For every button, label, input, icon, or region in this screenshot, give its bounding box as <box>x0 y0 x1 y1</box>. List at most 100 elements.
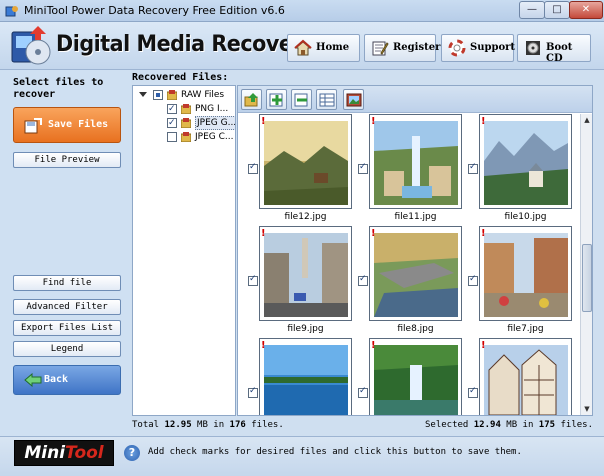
file-preview-button[interactable]: File Preview <box>13 152 121 168</box>
total-files-status: Total 12.95 MB in 176 files. <box>132 420 284 430</box>
warning-icon: ! <box>261 340 266 351</box>
header-banner: Digital Media Recovery Home Register Sup… <box>0 22 604 70</box>
warning-icon: ! <box>371 340 376 351</box>
lifebuoy-icon <box>448 39 466 57</box>
minimize-button[interactable]: — <box>519 1 545 19</box>
tree-item-jpeg-graphics[interactable]: JPEG G... <box>151 116 235 130</box>
total-mid: MB in <box>197 420 225 430</box>
minitool-logo: MiniTool <box>14 440 114 466</box>
boot-cd-label: Boot CD <box>546 42 573 64</box>
logo-mini: Mini <box>24 443 66 463</box>
close-button[interactable]: ✕ <box>569 1 603 19</box>
uncheck-all-button[interactable] <box>291 89 312 110</box>
file-checkbox[interactable] <box>248 386 258 398</box>
tree-item-png[interactable]: PNG I... <box>151 102 235 116</box>
city-street-thumbnail-image <box>264 233 348 317</box>
timber-houses-thumbnail-image <box>484 345 568 415</box>
waterfall-thumbnail-image <box>374 345 458 415</box>
file-checkbox[interactable] <box>248 274 258 286</box>
thumbnail <box>259 338 352 415</box>
file-tile[interactable]: ! <box>462 338 572 415</box>
file-name: file11.jpg <box>394 212 437 222</box>
legend-button[interactable]: Legend <box>13 341 121 357</box>
logo-tool: Tool <box>65 443 104 463</box>
back-button[interactable]: Back <box>13 365 121 395</box>
file-checkbox[interactable] <box>468 162 478 174</box>
title-bar: MiniTool Power Data Recovery Free Editio… <box>0 0 604 22</box>
tree-checkbox[interactable] <box>167 116 177 130</box>
maximize-button[interactable]: □ <box>544 1 570 19</box>
home-button[interactable]: Home <box>287 34 360 62</box>
tree-item-jpeg-camera[interactable]: JPEG C... <box>151 130 235 144</box>
file-checkbox[interactable] <box>468 274 478 286</box>
file-tile[interactable]: ! <box>242 338 352 415</box>
image-preview-icon <box>346 93 362 107</box>
selected-suffix: files. <box>560 420 593 430</box>
tree-item-raw-files[interactable]: RAW Files <box>139 88 235 102</box>
scroll-up-arrow-icon[interactable]: ▲ <box>581 114 592 126</box>
support-button[interactable]: Support <box>441 34 515 62</box>
file-tile[interactable]: ! file7.jpg <box>462 226 572 336</box>
warning-icon: ! <box>261 228 266 239</box>
tree-item-label: JPEG C... <box>195 132 234 142</box>
scroll-thumb[interactable] <box>582 244 592 312</box>
file-tile[interactable]: ! file12.jpg <box>242 114 352 224</box>
tree-checkbox[interactable] <box>153 90 163 100</box>
selected-prefix: Selected <box>424 420 469 430</box>
tree-checkbox[interactable] <box>167 132 177 142</box>
mountain-castle-thumbnail-image <box>484 121 568 205</box>
register-button[interactable]: Register <box>364 34 440 62</box>
total-prefix: Total <box>132 420 160 430</box>
file-name: file12.jpg <box>284 212 327 222</box>
selected-count: 175 <box>538 420 556 430</box>
left-panel: Select files to recover Save Files File … <box>0 70 131 436</box>
thumbnail-grid: ! file12.jpg ! file11.jpg <box>238 114 580 415</box>
advanced-filter-button[interactable]: Advanced Filter <box>13 299 121 315</box>
file-checkbox[interactable] <box>248 162 258 174</box>
thumbnail <box>259 226 352 321</box>
boot-cd-button[interactable]: Boot CD <box>517 34 591 64</box>
up-folder-button[interactable] <box>241 89 262 110</box>
register-label: Register <box>393 42 441 53</box>
scroll-down-arrow-icon[interactable]: ▼ <box>581 403 592 415</box>
vertical-scrollbar[interactable]: ▲ ▼ <box>580 114 592 415</box>
check-all-button[interactable] <box>266 89 287 110</box>
lake-thumbnail-image <box>264 345 348 415</box>
landscape-thumbnail-image <box>264 121 348 205</box>
thumbnail <box>369 338 462 415</box>
thumbnail <box>479 338 572 415</box>
file-tile[interactable]: ! file11.jpg <box>352 114 462 224</box>
file-tile[interactable]: ! file10.jpg <box>462 114 572 224</box>
save-icon <box>24 118 42 134</box>
view-mode-button[interactable] <box>316 89 337 110</box>
house-icon <box>294 39 312 56</box>
help-icon[interactable]: ? <box>124 445 140 461</box>
back-label: Back <box>44 374 69 385</box>
file-checkbox[interactable] <box>468 386 478 398</box>
uncheck-all-icon <box>294 93 308 107</box>
file-tile[interactable]: ! file9.jpg <box>242 226 352 336</box>
file-gallery: ! file12.jpg ! file11.jpg <box>237 85 593 416</box>
warning-icon: ! <box>371 116 376 127</box>
thumbnail <box>479 226 572 321</box>
total-size: 12.95 <box>164 420 192 430</box>
find-file-button[interactable]: Find file <box>13 275 121 291</box>
preview-button[interactable] <box>343 89 364 110</box>
file-checkbox[interactable] <box>358 162 368 174</box>
save-files-button[interactable]: Save Files <box>13 107 121 143</box>
tree-checkbox[interactable] <box>167 102 177 116</box>
warning-icon: ! <box>261 116 266 127</box>
warning-icon: ! <box>371 228 376 239</box>
file-checkbox[interactable] <box>358 386 368 398</box>
warning-icon: ! <box>481 340 486 351</box>
selected-files-status: Selected 12.94 MB in 175 files. <box>425 420 593 430</box>
file-checkbox[interactable] <box>358 274 368 286</box>
register-icon <box>372 41 389 56</box>
file-tile[interactable]: ! file8.jpg <box>352 226 462 336</box>
gallery-toolbar <box>238 86 592 113</box>
file-tile[interactable]: ! <box>352 338 462 415</box>
tree-item-label: JPEG G... <box>195 116 235 130</box>
app-icon <box>5 6 18 17</box>
collapse-arrow-icon[interactable] <box>139 92 147 97</box>
export-files-list-button[interactable]: Export Files List <box>13 320 121 336</box>
